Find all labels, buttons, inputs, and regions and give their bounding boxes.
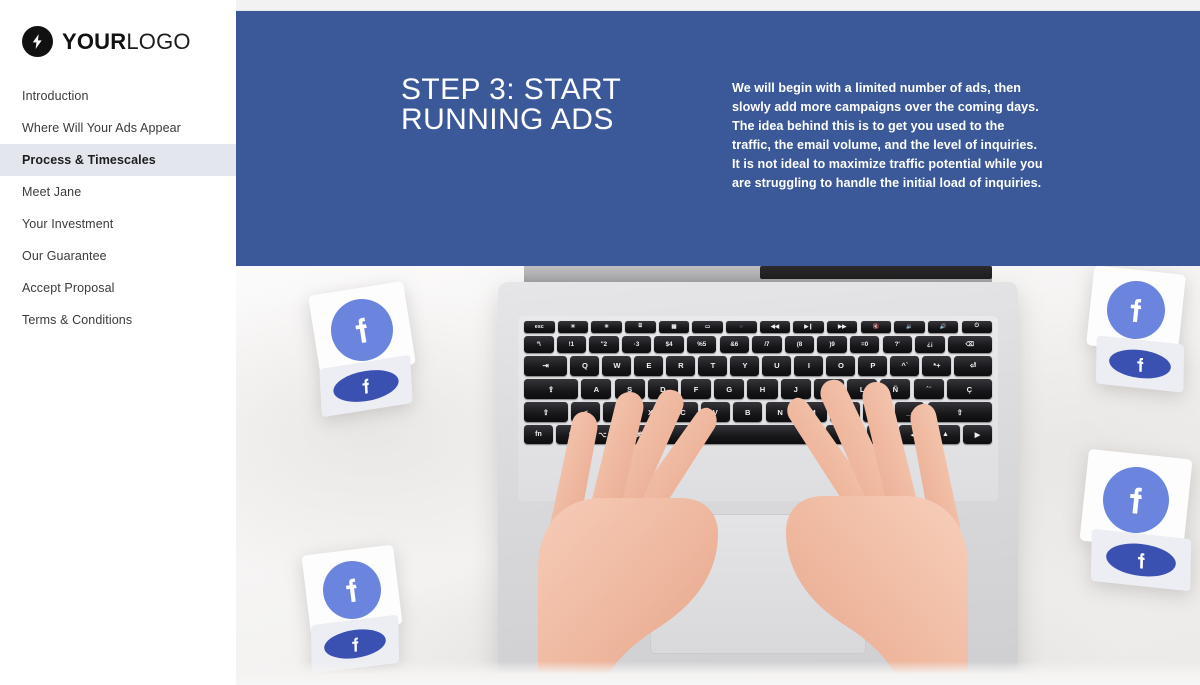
keyboard-row-function: esc ☀ ☀ ⌸ ▦ ▭ ◌ ◀◀ ▶❙ ▶▶ 🔇 🔉 🔊 ⏻ [524, 321, 993, 333]
laptop-screen-edge [760, 266, 992, 279]
sidebar-item-accept-proposal[interactable]: Accept Proposal [0, 272, 236, 304]
right-hand [742, 362, 992, 685]
facebook-icon [332, 365, 400, 407]
sidebar-item-where-will-your-ads-appear[interactable]: Where Will Your Ads Appear [0, 112, 236, 144]
sidebar-item-label: Where Will Your Ads Appear [22, 121, 181, 135]
lightning-bolt-icon [22, 26, 53, 57]
facebook-icon [319, 557, 385, 623]
brand-name: YOURLOGO [62, 28, 191, 54]
sidebar-item-your-investment[interactable]: Your Investment [0, 208, 236, 240]
sidebar-item-label: Accept Proposal [22, 281, 115, 295]
photo-bottom-fade [236, 661, 1200, 685]
sidebar-item-our-guarantee[interactable]: Our Guarantee [0, 240, 236, 272]
brand-logo[interactable]: YOURLOGO [22, 26, 191, 57]
header-body-text: We will begin with a limited number of a… [732, 81, 1043, 191]
facebook-icon [1105, 540, 1177, 580]
facebook-logo-cube [1084, 266, 1192, 393]
sidebar-nav: Introduction Where Will Your Ads Appear … [0, 80, 236, 336]
sidebar-item-terms-and-conditions[interactable]: Terms & Conditions [0, 304, 236, 336]
top-strip [236, 0, 1200, 11]
slide-header: STEP 3: START RUNNING ADS We will begin … [236, 11, 1200, 266]
facebook-icon [1108, 346, 1172, 382]
keyboard-row-numbers: º\ !1 "2·3 $4 %5 &6/7 (8)9 =0 ?' ¿¡ ⌫ [524, 335, 992, 353]
facebook-icon [1099, 463, 1173, 537]
brand-name-bold: YOUR [62, 28, 127, 54]
sidebar-item-label: Terms & Conditions [22, 313, 133, 327]
facebook-icon [1104, 278, 1168, 342]
facebook-logo-cube [306, 281, 418, 418]
sidebar-item-introduction[interactable]: Introduction [0, 80, 236, 112]
left-hand [512, 370, 752, 685]
facebook-logo-cube [298, 544, 406, 674]
proposal-page: YOURLOGO Introduction Where Will Your Ad… [0, 0, 1200, 685]
sidebar: YOURLOGO Introduction Where Will Your Ad… [0, 0, 236, 685]
sidebar-item-meet-jane[interactable]: Meet Jane [0, 176, 236, 208]
sidebar-item-label: Meet Jane [22, 185, 82, 199]
facebook-icon [326, 294, 398, 366]
facebook-icon [323, 626, 387, 662]
brand-name-light: LOGO [126, 28, 191, 54]
hero-photo: esc ☀ ☀ ⌸ ▦ ▭ ◌ ◀◀ ▶❙ ▶▶ 🔇 🔉 🔊 ⏻ º\ !1 "2·3 $4 %5 &6/7… [236, 266, 1200, 685]
sidebar-item-label: Our Guarantee [22, 249, 107, 263]
sidebar-item-label: Your Investment [22, 217, 114, 231]
sidebar-item-process-and-timescales[interactable]: Process & Timescales [0, 144, 236, 176]
sidebar-item-label: Process & Timescales [22, 153, 156, 167]
facebook-logo-cube [1078, 448, 1198, 592]
sidebar-item-label: Introduction [22, 89, 89, 103]
page-title: STEP 3: START RUNNING ADS [401, 73, 621, 136]
